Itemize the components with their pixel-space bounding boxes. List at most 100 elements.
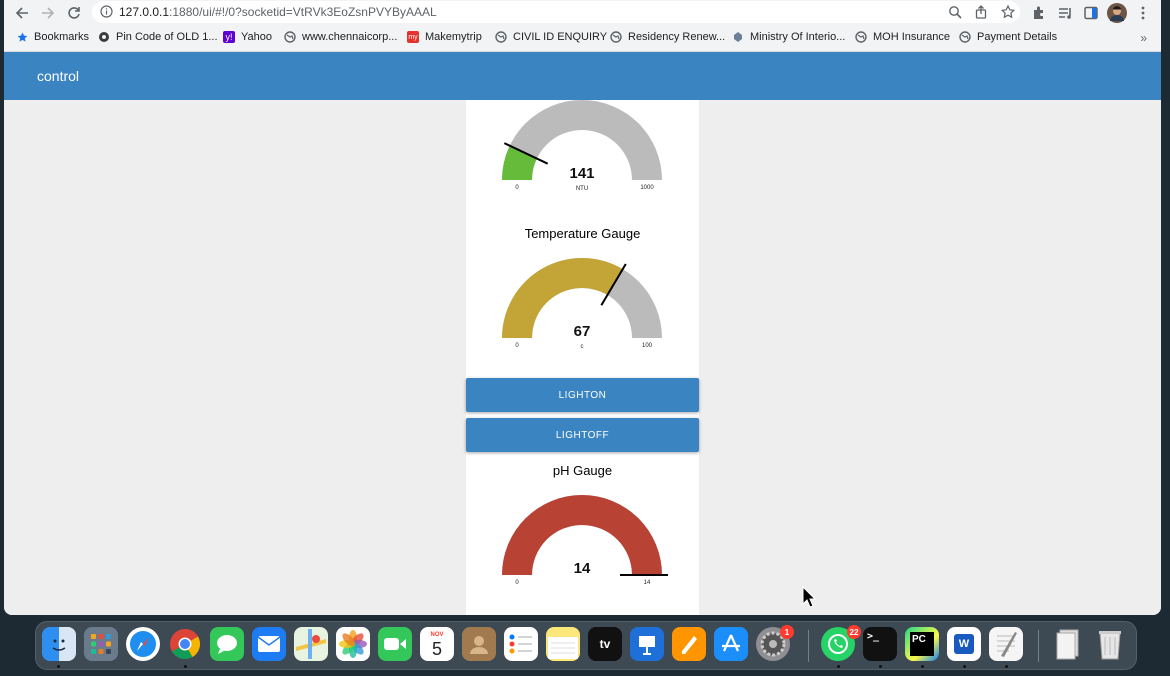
bookmark-label: CIVIL ID ENQUIRY (513, 31, 608, 43)
bookmark-label: Bookmarks (34, 31, 90, 43)
bookmark-label: MOH Insurance (873, 31, 951, 43)
pycharm-icon[interactable]: PC (905, 627, 939, 661)
globe-icon (855, 31, 867, 43)
gauge-min: 0 (515, 185, 519, 191)
running-indicator (921, 665, 924, 668)
finder-icon[interactable] (42, 627, 76, 661)
facetime-icon[interactable] (378, 627, 412, 661)
keynote-icon[interactable] (630, 627, 664, 661)
terminal-icon[interactable]: >_ (863, 627, 897, 661)
gauge-value: 14 (574, 560, 591, 577)
url-host: 127.0.0.1 (119, 5, 170, 19)
maps-icon[interactable] (294, 627, 328, 661)
extensions-puzzle-icon[interactable] (1031, 5, 1047, 21)
notes-icon[interactable] (546, 627, 580, 661)
bookmark-label: Residency Renew... (628, 31, 726, 43)
bookmarks-overflow-button[interactable]: » (1140, 31, 1147, 45)
terminal-prompt: >_ (867, 631, 880, 642)
turbidity-gauge: 141 NTU 0 1000 (502, 100, 662, 192)
calendar-month: NOV (430, 632, 444, 638)
url-text[interactable]: 127.0.0.1:1880/ui/#!/0?socketid=VtRVk3Eo… (119, 5, 437, 19)
pages-icon[interactable] (672, 627, 706, 661)
bookmark-bookmarks[interactable]: Bookmarks (16, 31, 89, 43)
forward-button[interactable] (38, 3, 58, 23)
dashboard-card: 141 NTU 0 1000 Temperature Gauge 67 c 0 … (466, 100, 699, 615)
url-path: :1880/ui/#!/0?socketid=VtRVk3EoZsnPVYByA… (169, 5, 437, 19)
browser-toolbar: 127.0.0.1:1880/ui/#!/0?socketid=VtRVk3Eo… (4, 0, 1161, 26)
bookmark-label: Ministry Of Interio... (750, 31, 846, 43)
bookmark-ministry[interactable]: Ministry Of Interio... (732, 31, 845, 43)
gauge-units: c (581, 344, 584, 350)
forward-arrow-icon (42, 7, 55, 19)
word-label: W (958, 638, 970, 650)
mail-icon[interactable] (252, 627, 286, 661)
running-indicator (1005, 665, 1008, 668)
back-arrow-icon (15, 7, 28, 19)
bookmark-moh[interactable]: MOH Insurance (855, 31, 950, 43)
reload-icon (68, 7, 80, 19)
back-button[interactable] (12, 3, 32, 23)
system-preferences-icon[interactable]: 1 (756, 625, 794, 661)
reading-list-icon[interactable] (1057, 5, 1073, 21)
notification-badge: 22 (847, 625, 861, 639)
globe-icon (284, 31, 296, 43)
address-bar[interactable]: 127.0.0.1:1880/ui/#!/0?socketid=VtRVk3Eo… (92, 1, 1020, 23)
globe-icon (610, 31, 622, 43)
chrome-icon[interactable] (168, 627, 202, 661)
launchpad-icon[interactable] (84, 627, 118, 661)
bookmark-payment[interactable]: Payment Details (959, 31, 1057, 43)
gauge-min: 0 (515, 580, 519, 586)
gauge-max: 14 (644, 580, 651, 586)
messages-icon[interactable] (210, 627, 244, 661)
safari-icon[interactable] (126, 627, 160, 661)
calendar-day: 5 (431, 639, 442, 659)
more-menu-icon[interactable] (1135, 5, 1151, 21)
textedit-icon[interactable] (989, 627, 1023, 661)
mouse-pointer-icon (802, 586, 816, 608)
bookmark-residency[interactable]: Residency Renew... (610, 31, 725, 43)
gauge-value: 67 (574, 323, 591, 340)
whatsapp-icon[interactable]: 22 (821, 625, 861, 661)
side-panel-icon[interactable] (1083, 5, 1099, 21)
bookmark-makemytrip[interactable]: my Makemytrip (407, 31, 482, 43)
light-on-button[interactable]: LIGHTON (466, 378, 699, 412)
app-store-icon[interactable] (714, 627, 748, 661)
site-info-icon[interactable] (100, 5, 113, 18)
gauge-max: 100 (642, 343, 653, 349)
bookmark-yahoo[interactable]: y! Yahoo (223, 31, 272, 43)
gauge-units: NTU (576, 186, 588, 192)
apple-tv-icon[interactable]: tv (588, 627, 622, 661)
star-icon (16, 31, 28, 43)
share-icon[interactable] (974, 5, 988, 19)
yahoo-icon: y! (223, 31, 235, 43)
profile-avatar-icon[interactable] (1107, 3, 1127, 23)
reload-button[interactable] (64, 3, 84, 23)
dock-separator (1038, 630, 1039, 662)
dashboard-title: control (37, 68, 80, 84)
running-indicator (963, 665, 966, 668)
word-icon[interactable]: W (947, 627, 981, 661)
running-indicator (57, 665, 60, 668)
globe-icon (495, 31, 507, 43)
gauge-min: 0 (515, 343, 519, 349)
bookmark-civil-id[interactable]: CIVIL ID ENQUIRY (495, 31, 607, 43)
reminders-icon[interactable] (504, 627, 538, 661)
bookmarks-bar: Bookmarks Pin Code of OLD 1... y! Yahoo … (4, 26, 1161, 52)
light-off-button[interactable]: LIGHTOFF (466, 418, 699, 452)
contacts-icon[interactable] (462, 627, 496, 661)
emblem-icon (732, 31, 744, 43)
bookmark-label: Payment Details (977, 31, 1058, 43)
photos-icon[interactable] (336, 627, 370, 661)
documents-stack-icon[interactable] (1051, 627, 1085, 661)
trash-icon[interactable] (1093, 627, 1127, 661)
gauge-max: 1000 (640, 185, 654, 191)
calendar-icon[interactable]: NOV 5 (420, 627, 454, 661)
bookmark-star-icon[interactable] (1001, 5, 1015, 19)
bookmark-pin-code[interactable]: Pin Code of OLD 1... (98, 31, 218, 43)
dashboard-content[interactable]: 141 NTU 0 1000 Temperature Gauge 67 c 0 … (4, 100, 1161, 615)
bookmark-chennaicorp[interactable]: www.chennaicorp... (284, 31, 397, 43)
bookmark-label: www.chennaicorp... (302, 31, 398, 43)
running-indicator (879, 665, 882, 668)
zoom-icon[interactable] (948, 5, 962, 19)
bookmark-label: Pin Code of OLD 1... (116, 31, 218, 43)
